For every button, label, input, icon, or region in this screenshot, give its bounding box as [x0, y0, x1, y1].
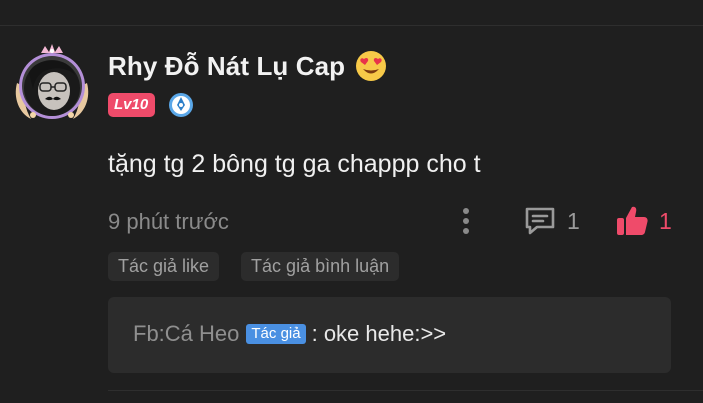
reply-line: Fb:Cá Heo Tác giả : oke hehe:>> — [133, 321, 446, 347]
username-row: Rhy Đỗ Nát Lụ Cap — [108, 48, 387, 84]
bottom-divider — [108, 390, 703, 391]
like-count: 1 — [659, 207, 672, 234]
badge-row: Lv10 — [108, 91, 195, 119]
author-badge: Tác giả — [246, 324, 306, 344]
rank-badge-icon — [167, 91, 195, 119]
top-divider — [0, 25, 703, 26]
avatar[interactable] — [11, 43, 93, 125]
tag-author-like: Tác giả like — [108, 252, 220, 281]
comment-bubble-icon — [523, 205, 557, 237]
timestamp: 9 phút trước — [108, 209, 229, 234]
reply-preview[interactable]: Fb:Cá Heo Tác giả : oke hehe:>> — [108, 297, 671, 373]
comment-actions: 9 phút trước 1 1 — [108, 203, 678, 239]
reply-text: : oke hehe:>> — [311, 321, 447, 346]
thumbs-up-icon — [615, 204, 649, 238]
heart-eyes-emoji-icon — [355, 50, 387, 82]
tags-row: Tác giả like Tác giả bình luận — [108, 252, 400, 281]
reply-button[interactable]: 1 — [523, 203, 580, 239]
comment-text: tặng tg 2 bông tg ga chappp cho t — [108, 150, 481, 178]
level-badge: Lv10 — [108, 93, 156, 117]
tag-author-comment: Tác giả bình luận — [241, 252, 400, 281]
more-vertical-icon[interactable] — [456, 205, 476, 237]
comment-page: Rhy Đỗ Nát Lụ Cap Lv10 tặng tg 2 bông tg… — [0, 0, 703, 403]
reply-count: 1 — [567, 207, 580, 234]
like-button[interactable]: 1 — [615, 203, 672, 239]
reply-author[interactable]: Fb:Cá Heo — [133, 321, 239, 347]
username[interactable]: Rhy Đỗ Nát Lụ Cap — [108, 51, 345, 82]
